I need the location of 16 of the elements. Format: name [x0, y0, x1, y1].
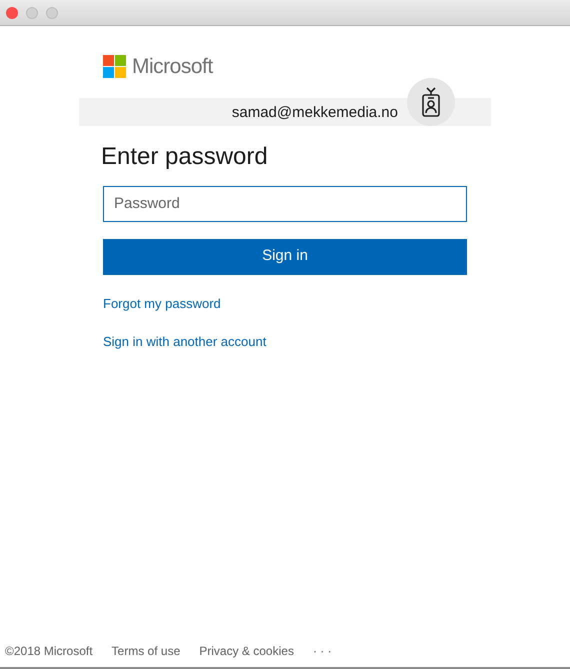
link[interactable]: Forgot my password [103, 294, 221, 313]
brand-name: Microsoft [132, 54, 213, 80]
copyright: ©2018 Microsoft [5, 643, 93, 660]
password-field[interactable]: Password [103, 186, 467, 222]
close-icon[interactable] [6, 6, 18, 18]
badge-icon [421, 86, 441, 116]
link[interactable]: Sign in with another account [103, 332, 266, 352]
minimize-icon[interactable] [26, 6, 38, 18]
more-link[interactable]: · · · [312, 642, 332, 660]
sign-in-button[interactable]: Sign in [103, 238, 467, 274]
page-heading: Enter password [101, 142, 269, 172]
account-email: samad@mekkemedia.no [232, 103, 398, 124]
footer-link[interactable]: Privacy & cookies [199, 642, 294, 660]
maximize-icon[interactable] [46, 6, 58, 18]
logo-icon [103, 55, 126, 78]
footer-link[interactable]: Terms of use [112, 642, 180, 660]
